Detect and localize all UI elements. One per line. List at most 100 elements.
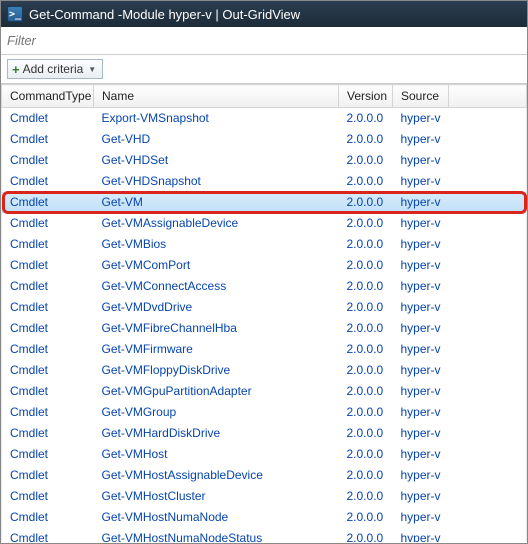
cell-name: Get-VMGroup	[94, 402, 339, 423]
table-row[interactable]: CmdletGet-VMAssignableDevice2.0.0.0hyper…	[2, 213, 527, 234]
cell-source: hyper-v	[393, 360, 449, 381]
cell-source: hyper-v	[393, 213, 449, 234]
table-row[interactable]: CmdletGet-VMHardDiskDrive2.0.0.0hyper-v	[2, 423, 527, 444]
table-row[interactable]: CmdletGet-VHDSnapshot2.0.0.0hyper-v	[2, 171, 527, 192]
grid[interactable]: CommandType Name Version Source CmdletEx…	[1, 84, 527, 542]
table-row[interactable]: CmdletGet-VMHostNumaNodeStatus2.0.0.0hyp…	[2, 528, 527, 543]
column-header-version[interactable]: Version	[339, 85, 393, 108]
table-row[interactable]: CmdletGet-VHDSet2.0.0.0hyper-v	[2, 150, 527, 171]
cell-version: 2.0.0.0	[339, 423, 393, 444]
cell-pad	[449, 465, 527, 486]
cell-version: 2.0.0.0	[339, 234, 393, 255]
cell-name: Get-VMGpuPartitionAdapter	[94, 381, 339, 402]
table-row[interactable]: CmdletGet-VMFloppyDiskDrive2.0.0.0hyper-…	[2, 360, 527, 381]
column-header-source[interactable]: Source	[393, 85, 449, 108]
table-row[interactable]: CmdletGet-VMHostAssignableDevice2.0.0.0h…	[2, 465, 527, 486]
table-row[interactable]: CmdletGet-VMGpuPartitionAdapter2.0.0.0hy…	[2, 381, 527, 402]
column-header-name[interactable]: Name	[94, 85, 339, 108]
cell-pad	[449, 276, 527, 297]
cell-name: Get-VM	[94, 192, 339, 213]
window-title: Get-Command -Module hyper-v | Out-GridVi…	[29, 7, 300, 22]
cell-pad	[449, 297, 527, 318]
cell-type: Cmdlet	[2, 465, 94, 486]
cell-version: 2.0.0.0	[339, 108, 393, 129]
cell-version: 2.0.0.0	[339, 360, 393, 381]
cell-version: 2.0.0.0	[339, 129, 393, 150]
cell-type: Cmdlet	[2, 234, 94, 255]
cell-pad	[449, 528, 527, 543]
cell-name: Get-VHDSet	[94, 150, 339, 171]
cell-source: hyper-v	[393, 318, 449, 339]
table-row[interactable]: CmdletGet-VMGroup2.0.0.0hyper-v	[2, 402, 527, 423]
cell-type: Cmdlet	[2, 171, 94, 192]
cell-pad	[449, 171, 527, 192]
cell-name: Get-VHD	[94, 129, 339, 150]
cell-source: hyper-v	[393, 150, 449, 171]
cell-version: 2.0.0.0	[339, 402, 393, 423]
table-row[interactable]: CmdletGet-VMComPort2.0.0.0hyper-v	[2, 255, 527, 276]
cell-pad	[449, 234, 527, 255]
cell-type: Cmdlet	[2, 297, 94, 318]
cell-version: 2.0.0.0	[339, 255, 393, 276]
cell-type: Cmdlet	[2, 423, 94, 444]
cell-source: hyper-v	[393, 465, 449, 486]
cell-name: Get-VMFirmware	[94, 339, 339, 360]
cell-source: hyper-v	[393, 297, 449, 318]
add-criteria-label: Add criteria	[23, 62, 84, 76]
cell-version: 2.0.0.0	[339, 276, 393, 297]
cell-name: Get-VMConnectAccess	[94, 276, 339, 297]
table-row[interactable]: CmdletGet-VMHostNumaNode2.0.0.0hyper-v	[2, 507, 527, 528]
cell-pad	[449, 360, 527, 381]
column-header-commandtype[interactable]: CommandType	[2, 85, 94, 108]
cell-version: 2.0.0.0	[339, 381, 393, 402]
cell-name: Get-VMHostNumaNode	[94, 507, 339, 528]
cell-type: Cmdlet	[2, 486, 94, 507]
cell-pad	[449, 150, 527, 171]
cell-source: hyper-v	[393, 234, 449, 255]
cell-type: Cmdlet	[2, 507, 94, 528]
table-row[interactable]: CmdletGet-VHD2.0.0.0hyper-v	[2, 129, 527, 150]
cell-name: Get-VMHostAssignableDevice	[94, 465, 339, 486]
cell-source: hyper-v	[393, 255, 449, 276]
cell-type: Cmdlet	[2, 129, 94, 150]
cell-type: Cmdlet	[2, 213, 94, 234]
table-row[interactable]: CmdletGet-VMFibreChannelHba2.0.0.0hyper-…	[2, 318, 527, 339]
table-row[interactable]: CmdletExport-VMSnapshot2.0.0.0hyper-v	[2, 108, 527, 129]
cell-name: Get-VMComPort	[94, 255, 339, 276]
cell-version: 2.0.0.0	[339, 444, 393, 465]
cell-source: hyper-v	[393, 192, 449, 213]
cell-source: hyper-v	[393, 402, 449, 423]
add-criteria-button[interactable]: + Add criteria ▼	[7, 59, 103, 79]
filter-input[interactable]	[7, 31, 521, 50]
cell-source: hyper-v	[393, 276, 449, 297]
cell-name: Export-VMSnapshot	[94, 108, 339, 129]
cell-pad	[449, 255, 527, 276]
table-row[interactable]: CmdletGet-VM2.0.0.0hyper-v	[2, 192, 527, 213]
table-row[interactable]: CmdletGet-VMFirmware2.0.0.0hyper-v	[2, 339, 527, 360]
cell-source: hyper-v	[393, 381, 449, 402]
cell-type: Cmdlet	[2, 339, 94, 360]
cell-version: 2.0.0.0	[339, 486, 393, 507]
cell-source: hyper-v	[393, 486, 449, 507]
criteria-bar: + Add criteria ▼	[1, 55, 527, 84]
table-row[interactable]: CmdletGet-VMHost2.0.0.0hyper-v	[2, 444, 527, 465]
cell-pad	[449, 444, 527, 465]
table-row[interactable]: CmdletGet-VMHostCluster2.0.0.0hyper-v	[2, 486, 527, 507]
cell-pad	[449, 507, 527, 528]
cell-name: Get-VMHost	[94, 444, 339, 465]
cell-name: Get-VMFibreChannelHba	[94, 318, 339, 339]
cell-version: 2.0.0.0	[339, 465, 393, 486]
cell-version: 2.0.0.0	[339, 297, 393, 318]
cell-source: hyper-v	[393, 108, 449, 129]
cell-pad	[449, 381, 527, 402]
table-row[interactable]: CmdletGet-VMBios2.0.0.0hyper-v	[2, 234, 527, 255]
table-row[interactable]: CmdletGet-VMConnectAccess2.0.0.0hyper-v	[2, 276, 527, 297]
cell-name: Get-VMBios	[94, 234, 339, 255]
cell-type: Cmdlet	[2, 192, 94, 213]
table-row[interactable]: CmdletGet-VMDvdDrive2.0.0.0hyper-v	[2, 297, 527, 318]
cell-source: hyper-v	[393, 444, 449, 465]
cell-name: Get-VMHardDiskDrive	[94, 423, 339, 444]
cell-name: Get-VMFloppyDiskDrive	[94, 360, 339, 381]
cell-name: Get-VMDvdDrive	[94, 297, 339, 318]
cell-version: 2.0.0.0	[339, 318, 393, 339]
